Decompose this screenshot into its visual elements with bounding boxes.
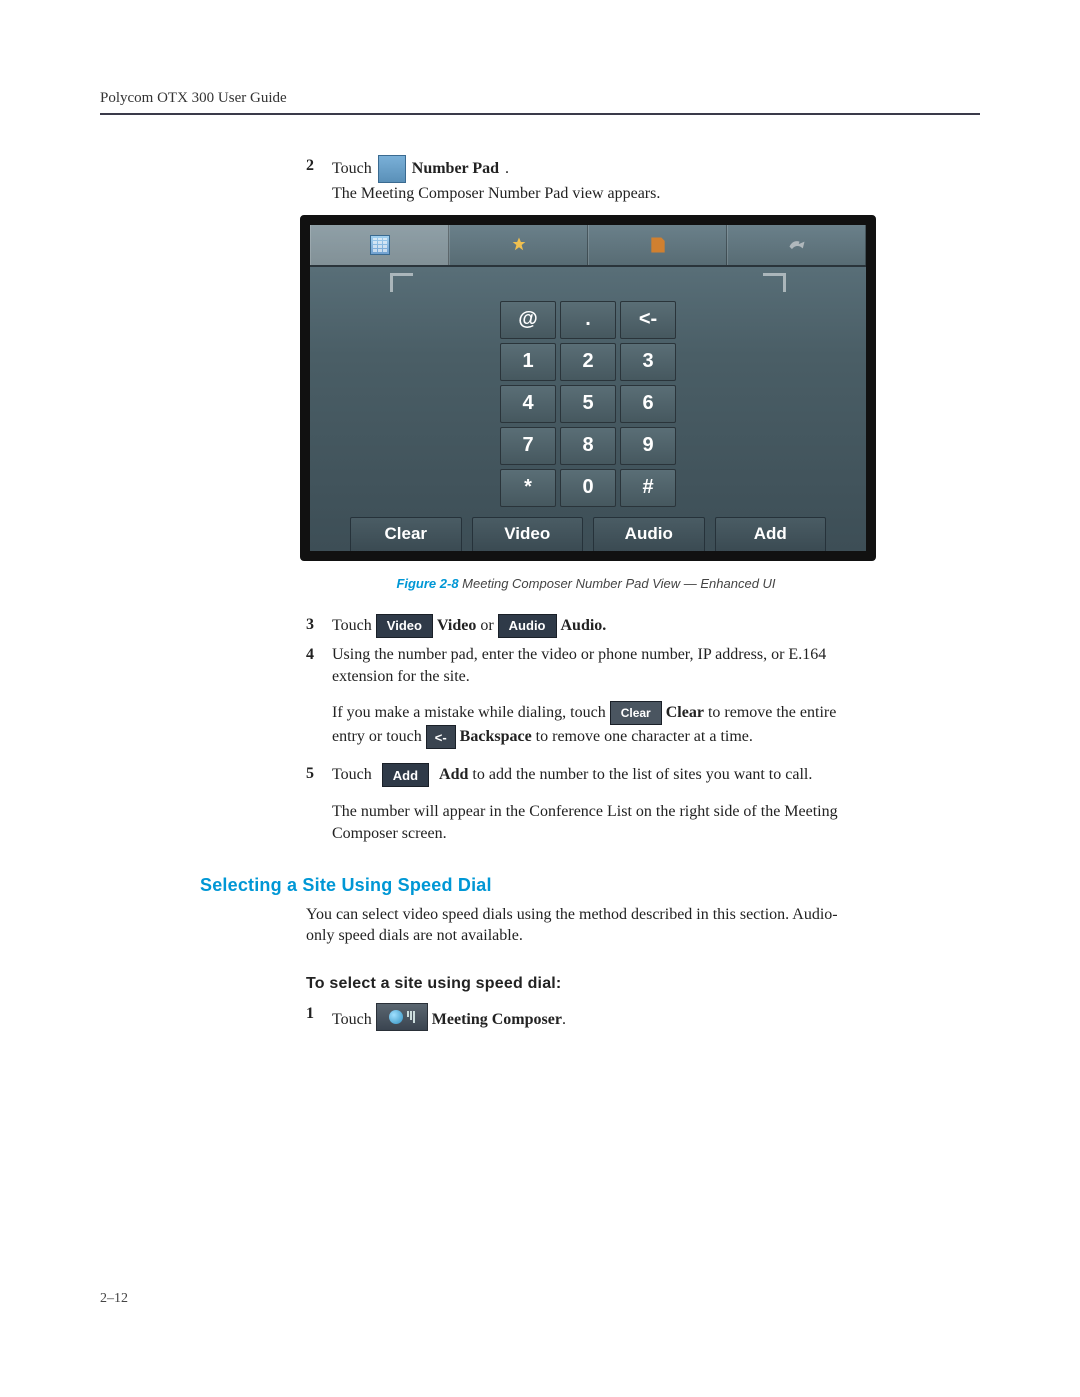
key-4[interactable]: 4 xyxy=(500,385,556,423)
input-frame xyxy=(310,267,866,301)
key-0[interactable]: 0 xyxy=(560,469,616,507)
key-8[interactable]: 8 xyxy=(560,427,616,465)
content-area: 2 Touch Number Pad. The Meeting Composer… xyxy=(306,155,866,845)
key-backspace[interactable]: <- xyxy=(620,301,676,339)
number-pad-label: Number Pad xyxy=(412,158,499,180)
video-chip-icon: Video xyxy=(376,614,433,638)
tab-bar xyxy=(310,225,866,267)
clear-chip-icon: Clear xyxy=(610,701,662,725)
key-star[interactable]: * xyxy=(500,469,556,507)
step-5: 5 Touch Add Add to add the number to the… xyxy=(306,763,866,844)
touch-label: Touch xyxy=(332,158,372,180)
tab-numpad[interactable] xyxy=(310,225,449,265)
tab-favorites[interactable] xyxy=(449,225,588,265)
number-pad-icon xyxy=(378,155,406,183)
task-heading: To select a site using speed dial: xyxy=(306,975,980,993)
clear-bold: Clear xyxy=(666,704,704,721)
meeting-composer-icon xyxy=(376,1003,428,1031)
period: . xyxy=(562,1011,566,1028)
add-chip-icon: Add xyxy=(382,763,429,787)
step-2: 2 Touch Number Pad. The Meeting Composer… xyxy=(306,155,866,205)
key-3[interactable]: 3 xyxy=(620,343,676,381)
bottom-bar: Clear Video Audio Add xyxy=(310,517,866,553)
key-1[interactable]: 1 xyxy=(500,343,556,381)
step-5-result: The number will appear in the Conference… xyxy=(332,801,866,844)
key-hash[interactable]: # xyxy=(620,469,676,507)
step-4-text1: Using the number pad, enter the video or… xyxy=(332,644,866,687)
key-9[interactable]: 9 xyxy=(620,427,676,465)
step-body: Using the number pad, enter the video or… xyxy=(332,644,866,749)
key-dot[interactable]: . xyxy=(560,301,616,339)
step-number: 5 xyxy=(306,763,332,844)
step-body: Touch Add Add to add the number to the l… xyxy=(332,763,866,844)
audio-button[interactable]: Audio xyxy=(593,517,705,553)
key-2[interactable]: 2 xyxy=(560,343,616,381)
clear-button[interactable]: Clear xyxy=(350,517,462,553)
figure-title: Meeting Composer Number Pad View — Enhan… xyxy=(459,576,776,591)
number-pad-screenshot: @ . <- 1 2 3 4 5 6 7 8 9 * 0 # C xyxy=(300,215,876,561)
step-number: 4 xyxy=(306,644,332,749)
step-4: 4 Using the number pad, enter the video … xyxy=(306,644,866,749)
step-number: 3 xyxy=(306,614,332,638)
heading-speed-dial: Selecting a Site Using Speed Dial xyxy=(200,875,980,896)
or-text: or xyxy=(476,617,497,634)
period: . xyxy=(505,158,509,180)
step-2-result: The Meeting Composer Number Pad view app… xyxy=(332,183,866,205)
step-body: Touch Video Video or Audio Audio. xyxy=(332,614,866,638)
key-6[interactable]: 6 xyxy=(620,385,676,423)
tab-recent[interactable] xyxy=(727,225,866,265)
backspace-chip-icon: <- xyxy=(426,725,456,749)
key-at[interactable]: @ xyxy=(500,301,556,339)
touch-label: Touch xyxy=(332,617,372,634)
screenshot-container: @ . <- 1 2 3 4 5 6 7 8 9 * 0 # C xyxy=(300,215,866,561)
touch-label: Touch xyxy=(332,767,372,784)
backspace-bold: Backspace xyxy=(460,729,532,746)
page: Polycom OTX 300 User Guide 2 Touch Numbe… xyxy=(0,0,1080,1397)
step-body: Touch Number Pad. The Meeting Composer N… xyxy=(332,155,866,205)
step-3: 3 Touch Video Video or Audio Audio. xyxy=(306,614,866,638)
step-body: Touch Meeting Composer. xyxy=(332,1003,866,1031)
tab-directory[interactable] xyxy=(588,225,727,265)
key-5[interactable]: 5 xyxy=(560,385,616,423)
running-head: Polycom OTX 300 User Guide xyxy=(100,90,980,115)
add-button[interactable]: Add xyxy=(715,517,827,553)
step-number: 1 xyxy=(306,1003,332,1031)
audio-chip-icon: Audio xyxy=(498,614,557,638)
speed-dial-body: You can select video speed dials using t… xyxy=(306,904,866,947)
speed-dial-step-1: 1 Touch Meeting Composer. xyxy=(306,1003,866,1031)
meeting-composer-label: Meeting Composer xyxy=(432,1011,562,1028)
step-4-text2: If you make a mistake while dialing, tou… xyxy=(332,701,866,749)
key-7[interactable]: 7 xyxy=(500,427,556,465)
figure-number: Figure 2-8 xyxy=(396,576,458,591)
touch-label: Touch xyxy=(332,1011,372,1028)
add-bold: Add xyxy=(439,767,468,784)
audio-bold: Audio. xyxy=(561,617,607,634)
video-bold: Video xyxy=(437,617,476,634)
keypad: @ . <- 1 2 3 4 5 6 7 8 9 * 0 # xyxy=(310,301,866,507)
figure-caption: Figure 2-8 Meeting Composer Number Pad V… xyxy=(306,575,866,593)
page-number: 2–12 xyxy=(100,1291,128,1307)
step-number: 2 xyxy=(306,155,332,205)
video-button[interactable]: Video xyxy=(472,517,584,553)
